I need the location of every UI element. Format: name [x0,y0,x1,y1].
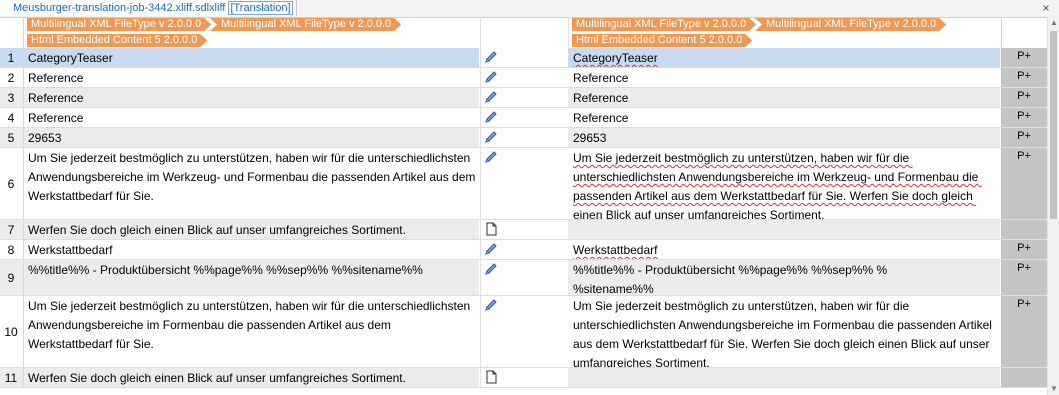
segment-row[interactable]: 9 %%title%% - Produktübersicht %%page%% %… [0,260,1047,296]
segment-row[interactable]: 11 Werfen Sie doch gleich einen Blick auf… [0,368,1047,388]
match-status: P+ [1017,298,1031,310]
source-tag-1: Multilingual XML FileType v 2.0.0.0 [27,18,211,31]
match-status: P+ [1017,90,1031,102]
match-status: P+ [1017,130,1031,142]
scrollbar-thumb[interactable] [1050,31,1057,219]
target-text[interactable]: 29653 [573,129,995,148]
document-icon [484,222,498,236]
target-text[interactable]: Reference [573,69,995,88]
pencil-icon [484,130,498,144]
segment-number: 1 [7,51,15,65]
scroll-down-icon[interactable]: ▼ [1050,385,1058,393]
segment-number: 5 [7,131,15,145]
segment-number: 3 [7,91,15,105]
target-tag-2: Multilingual XML FileType v 2.0.0.0 [755,18,946,31]
pencil-icon [484,150,498,164]
segment-number: 6 [7,177,15,191]
segment-number: 7 [7,223,15,237]
segment-number: 10 [4,325,18,339]
segment-number: 2 [7,71,15,85]
source-text: Um Sie jederzeit bestmöglich zu unterstü… [28,151,479,203]
source-text: 29653 [28,131,62,145]
header-match-cell [1001,17,1047,48]
tab-filename: Meusburger-translation-job-3442.xliff.sd… [13,2,226,14]
scroll-up-icon[interactable]: ▲ [1050,19,1058,27]
target-text[interactable]: %%title%% - Produktübersicht %%page%% %%… [573,261,995,299]
pencil-icon [484,298,498,312]
row-divider [0,387,1047,388]
pencil-icon [484,242,498,256]
target-text[interactable]: Um Sie jederzeit bestmöglich zu unterstü… [573,149,995,225]
segment-number: 9 [7,271,15,285]
segment-number: 4 [7,111,15,125]
vertical-scrollbar[interactable]: ▲ ▼ [1047,17,1059,395]
segment-row[interactable]: 4 Reference Reference P+ [0,108,1047,128]
match-status: P+ [1017,50,1031,62]
match-status: P+ [1017,150,1031,162]
match-status: P+ [1017,242,1031,254]
segment-row[interactable]: 6 Um Sie jederzeit bestmöglich zu unterst… [0,148,1047,222]
source-text: Werfen Sie doch gleich einen Blick auf u… [28,371,406,385]
document-icon [484,370,498,384]
segment-row[interactable]: 10 Um Sie jederzeit bestmöglich zu unters… [0,296,1047,370]
segment-number: 11 [4,371,18,385]
source-text: Reference [28,111,84,125]
target-cell[interactable] [568,368,1000,388]
target-text[interactable]: Werkstattbedarf [573,241,995,260]
segment-row[interactable]: 2 Reference Reference P+ [0,68,1047,88]
segment-row[interactable]: 8 Werkstattbedarf Werkstattbedarf P+ [0,240,1047,260]
pencil-icon [484,90,498,104]
segment-row[interactable]: 5 29653 29653 P+ [0,128,1047,148]
match-status: P+ [1017,70,1031,82]
match-cell [1001,368,1047,388]
target-text[interactable]: CategoryTeaser [573,49,995,68]
editor-grid: Multilingual XML FileType v 2.0.0.0 Mult… [0,17,1047,395]
source-tag-2: Multilingual XML FileType v 2.0.0.0 [210,18,401,31]
source-text: Um Sie jederzeit bestmöglich zu unterstü… [28,299,473,351]
document-tab[interactable]: Meusburger-translation-job-3442.xliff.sd… [0,0,297,16]
target-tag-3: Html Embedded Content 5 2.0.0.0 [572,34,752,47]
document-tab-bar: Meusburger-translation-job-3442.xliff.sd… [0,0,1059,18]
source-text: Werfen Sie doch gleich einen Blick auf u… [28,223,406,237]
match-status: P+ [1017,110,1031,122]
match-cell [1001,220,1047,240]
header-number-cell [0,17,24,48]
tab-view-label: [Translation] [228,1,293,15]
source-text: CategoryTeaser [28,51,113,65]
pencil-icon [484,262,498,276]
source-text: %%title%% - Produktübersicht %%page%% %%… [28,263,423,277]
source-text: Werkstattbedarf [28,243,113,257]
target-text[interactable]: Reference [573,109,995,128]
segment-row[interactable]: 7 Werfen Sie doch gleich einen Blick auf … [0,220,1047,240]
grid-header-row: Multilingual XML FileType v 2.0.0.0 Mult… [0,17,1047,48]
header-status-cell [480,17,569,48]
source-text: Reference [28,91,84,105]
target-text[interactable]: Reference [573,89,995,108]
target-tag-1: Multilingual XML FileType v 2.0.0.0 [572,18,756,31]
segment-row[interactable]: 3 Reference Reference P+ [0,88,1047,108]
source-tag-3: Html Embedded Content 5 2.0.0.0 [27,34,207,47]
pencil-icon [484,70,498,84]
match-status: P+ [1017,262,1031,274]
source-text: Reference [28,71,84,85]
segment-row[interactable]: 1 CategoryTeaser CategoryTeaser P+ [0,48,1047,68]
target-cell[interactable] [568,220,1000,240]
pencil-icon [484,50,498,64]
segment-number: 8 [7,243,15,257]
target-text[interactable]: Um Sie jederzeit bestmöglich zu unterstü… [573,297,995,373]
close-icon[interactable]: × [1039,1,1053,15]
pencil-icon [484,110,498,124]
